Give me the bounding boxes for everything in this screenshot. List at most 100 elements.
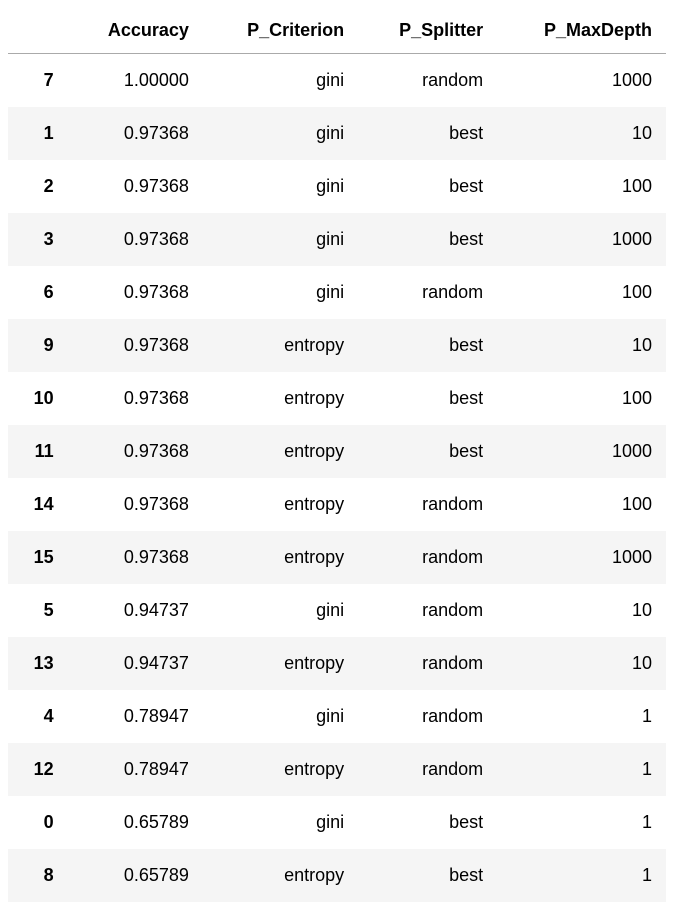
cell-accuracy: 0.97368: [68, 531, 203, 584]
table-row: 40.78947ginirandom1: [8, 690, 666, 743]
cell-accuracy: 0.97368: [68, 213, 203, 266]
cell-splitter: random: [358, 690, 497, 743]
table-row: 120.78947entropyrandom1: [8, 743, 666, 796]
results-table: Accuracy P_Criterion P_Splitter P_MaxDep…: [8, 8, 666, 902]
cell-index: 1: [8, 107, 68, 160]
cell-accuracy: 1.00000: [68, 54, 203, 108]
cell-criterion: entropy: [203, 531, 358, 584]
cell-maxdepth: 1: [497, 743, 666, 796]
cell-criterion: gini: [203, 107, 358, 160]
cell-index: 10: [8, 372, 68, 425]
cell-index: 15: [8, 531, 68, 584]
table-row: 71.00000ginirandom1000: [8, 54, 666, 108]
table-row: 90.97368entropybest10: [8, 319, 666, 372]
cell-accuracy: 0.97368: [68, 160, 203, 213]
col-criterion: P_Criterion: [203, 8, 358, 54]
cell-index: 13: [8, 637, 68, 690]
cell-accuracy: 0.97368: [68, 107, 203, 160]
cell-maxdepth: 1: [497, 796, 666, 849]
cell-maxdepth: 1000: [497, 54, 666, 108]
cell-index: 11: [8, 425, 68, 478]
cell-splitter: best: [358, 372, 497, 425]
cell-index: 12: [8, 743, 68, 796]
cell-maxdepth: 10: [497, 319, 666, 372]
cell-accuracy: 0.97368: [68, 425, 203, 478]
col-accuracy: Accuracy: [68, 8, 203, 54]
cell-maxdepth: 1000: [497, 531, 666, 584]
table-row: 10.97368ginibest10: [8, 107, 666, 160]
cell-accuracy: 0.78947: [68, 690, 203, 743]
cell-splitter: best: [358, 796, 497, 849]
cell-criterion: entropy: [203, 372, 358, 425]
table-body: 71.00000ginirandom100010.97368ginibest10…: [8, 54, 666, 903]
table-row: 00.65789ginibest1: [8, 796, 666, 849]
cell-maxdepth: 1: [497, 849, 666, 902]
cell-index: 6: [8, 266, 68, 319]
cell-maxdepth: 1000: [497, 425, 666, 478]
table-row: 100.97368entropybest100: [8, 372, 666, 425]
cell-index: 2: [8, 160, 68, 213]
cell-splitter: best: [358, 849, 497, 902]
cell-splitter: best: [358, 213, 497, 266]
table-row: 60.97368ginirandom100: [8, 266, 666, 319]
cell-criterion: gini: [203, 584, 358, 637]
cell-criterion: gini: [203, 54, 358, 108]
cell-criterion: entropy: [203, 319, 358, 372]
cell-criterion: gini: [203, 160, 358, 213]
table-header-row: Accuracy P_Criterion P_Splitter P_MaxDep…: [8, 8, 666, 54]
cell-index: 4: [8, 690, 68, 743]
cell-splitter: random: [358, 54, 497, 108]
cell-index: 5: [8, 584, 68, 637]
cell-index: 14: [8, 478, 68, 531]
cell-accuracy: 0.65789: [68, 796, 203, 849]
cell-maxdepth: 100: [497, 266, 666, 319]
cell-splitter: best: [358, 319, 497, 372]
cell-maxdepth: 10: [497, 584, 666, 637]
cell-index: 7: [8, 54, 68, 108]
cell-splitter: random: [358, 531, 497, 584]
table-row: 80.65789entropybest1: [8, 849, 666, 902]
cell-maxdepth: 10: [497, 637, 666, 690]
cell-splitter: random: [358, 637, 497, 690]
cell-maxdepth: 100: [497, 478, 666, 531]
col-maxdepth: P_MaxDepth: [497, 8, 666, 54]
cell-accuracy: 0.94737: [68, 637, 203, 690]
cell-maxdepth: 1000: [497, 213, 666, 266]
table-row: 150.97368entropyrandom1000: [8, 531, 666, 584]
cell-criterion: gini: [203, 266, 358, 319]
cell-accuracy: 0.94737: [68, 584, 203, 637]
cell-criterion: gini: [203, 796, 358, 849]
cell-criterion: entropy: [203, 743, 358, 796]
cell-maxdepth: 100: [497, 160, 666, 213]
cell-splitter: random: [358, 584, 497, 637]
cell-criterion: gini: [203, 690, 358, 743]
table-row: 20.97368ginibest100: [8, 160, 666, 213]
cell-maxdepth: 100: [497, 372, 666, 425]
cell-criterion: gini: [203, 213, 358, 266]
table-row: 140.97368entropyrandom100: [8, 478, 666, 531]
table-row: 130.94737entropyrandom10: [8, 637, 666, 690]
table-row: 110.97368entropybest1000: [8, 425, 666, 478]
cell-splitter: best: [358, 160, 497, 213]
cell-splitter: best: [358, 107, 497, 160]
cell-criterion: entropy: [203, 637, 358, 690]
cell-maxdepth: 1: [497, 690, 666, 743]
cell-criterion: entropy: [203, 478, 358, 531]
cell-criterion: entropy: [203, 849, 358, 902]
cell-accuracy: 0.97368: [68, 319, 203, 372]
cell-splitter: random: [358, 266, 497, 319]
table-row: 30.97368ginibest1000: [8, 213, 666, 266]
cell-maxdepth: 10: [497, 107, 666, 160]
cell-splitter: best: [358, 425, 497, 478]
cell-accuracy: 0.78947: [68, 743, 203, 796]
cell-accuracy: 0.65789: [68, 849, 203, 902]
cell-accuracy: 0.97368: [68, 266, 203, 319]
col-splitter: P_Splitter: [358, 8, 497, 54]
cell-index: 9: [8, 319, 68, 372]
cell-splitter: random: [358, 478, 497, 531]
cell-criterion: entropy: [203, 425, 358, 478]
cell-index: 0: [8, 796, 68, 849]
cell-index: 3: [8, 213, 68, 266]
table-row: 50.94737ginirandom10: [8, 584, 666, 637]
cell-index: 8: [8, 849, 68, 902]
